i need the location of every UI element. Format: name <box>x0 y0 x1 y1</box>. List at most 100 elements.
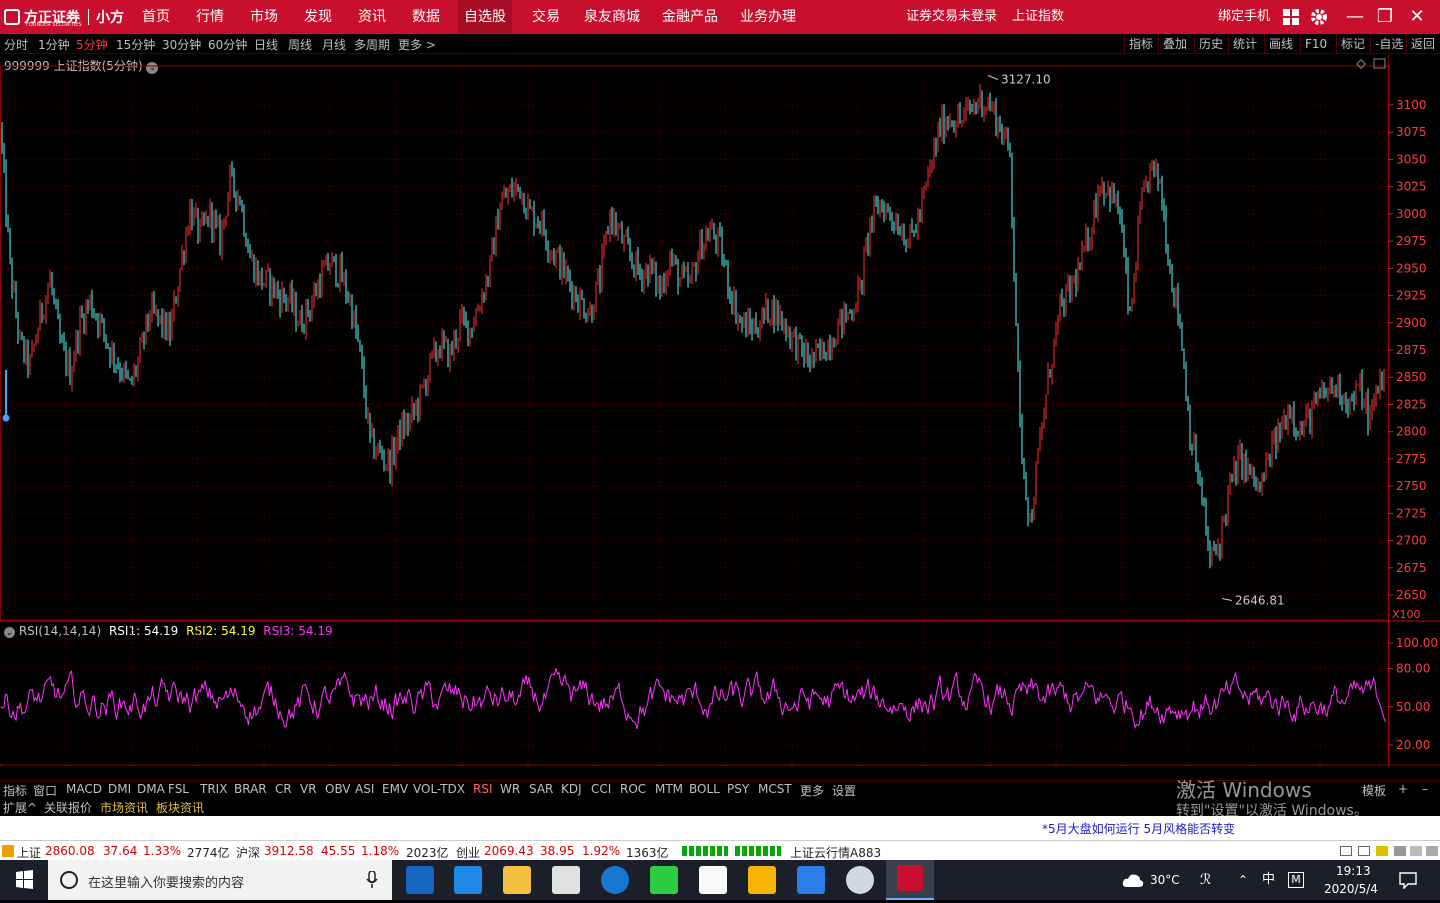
tool-8[interactable]: 返回 <box>1406 34 1439 54</box>
wps-icon[interactable] <box>797 866 825 894</box>
indicator-23[interactable]: MCST <box>758 782 792 796</box>
ie-icon[interactable] <box>601 866 629 894</box>
tool-6[interactable]: 标记 <box>1336 34 1369 54</box>
info-tab-0[interactable]: 扩展^ <box>3 799 37 816</box>
bind-phone-link[interactable]: 绑定手机 <box>1218 0 1270 34</box>
temperature[interactable]: 30°C <box>1150 860 1180 900</box>
indicator-7[interactable]: BRAR <box>234 782 267 796</box>
nav-item-10[interactable]: 业务办理 <box>734 0 802 34</box>
indicator-22[interactable]: PSY <box>727 782 749 796</box>
period-6[interactable]: 日线 <box>254 36 278 53</box>
microphone-icon[interactable] <box>366 871 378 889</box>
nav-item-9[interactable]: 金融产品 <box>656 0 724 34</box>
diamond-icon[interactable] <box>1356 59 1366 69</box>
add-window-icon[interactable]: + <box>1398 782 1408 796</box>
indicator-19[interactable]: ROC <box>620 782 646 796</box>
people-icon[interactable]: ℛ <box>1200 860 1211 900</box>
tool-7[interactable]: -自选 <box>1370 34 1407 54</box>
period-4[interactable]: 30分钟 <box>162 36 201 53</box>
nav-item-4[interactable]: 资讯 <box>352 0 392 34</box>
layout2-icon[interactable] <box>1358 846 1370 856</box>
indicator-8[interactable]: CR <box>275 782 292 796</box>
nav-item-2[interactable]: 市场 <box>244 0 284 34</box>
store-icon[interactable] <box>454 866 482 894</box>
indicator-5[interactable]: FSL <box>168 782 189 796</box>
period-9[interactable]: 多周期 <box>354 36 390 53</box>
panel-toggle-icon[interactable] <box>1373 58 1386 69</box>
info-tab-1[interactable]: 关联报价 <box>44 799 92 816</box>
tool-2[interactable]: 历史 <box>1194 34 1227 54</box>
indicator-16[interactable]: SAR <box>529 782 553 796</box>
clock-date[interactable]: 2020/5/4 <box>1324 880 1378 898</box>
founder-app-taskbar-button[interactable] <box>886 860 934 900</box>
indicator-9[interactable]: VR <box>300 782 317 796</box>
info-tab-3[interactable]: 板块资讯 <box>156 799 204 816</box>
indicator-18[interactable]: CCI <box>591 782 611 796</box>
more-icon[interactable] <box>1426 846 1438 856</box>
close-icon[interactable]: ✕ <box>1404 4 1430 30</box>
period-8[interactable]: 月线 <box>322 36 346 53</box>
windows-start-icon[interactable] <box>0 860 48 900</box>
news-ticker[interactable]: *5月大盘如何运行 5月风格能否转变 <box>1042 820 1235 837</box>
tool-5[interactable]: F10 <box>1300 34 1331 54</box>
indicator-15[interactable]: WR <box>500 782 520 796</box>
cloud-quote[interactable]: 上证云行情A883 <box>790 844 881 861</box>
tools-icon[interactable] <box>1410 846 1422 856</box>
indicator-12[interactable]: EMV <box>382 782 408 796</box>
template-button[interactable]: 模板 <box>1362 782 1386 799</box>
nav-item-5[interactable]: 数据 <box>406 0 446 34</box>
nav-item-3[interactable]: 发现 <box>298 0 338 34</box>
restore-icon[interactable]: ❐ <box>1372 4 1398 30</box>
tool-1[interactable]: 叠加 <box>1158 34 1191 54</box>
pin-icon[interactable] <box>1394 846 1406 856</box>
mail-icon[interactable] <box>552 866 580 894</box>
grid-menu-icon[interactable] <box>1278 4 1304 30</box>
notification-icon[interactable] <box>1398 871 1418 889</box>
period-corner-label[interactable]: 5分钟 <box>1398 765 1430 766</box>
period-2[interactable]: 5分钟 <box>76 36 108 53</box>
nav-item-0[interactable]: 首页 <box>136 0 176 34</box>
tool-0[interactable]: 指标 <box>1124 34 1157 54</box>
indicator-20[interactable]: MTM <box>655 782 683 796</box>
indicator-13[interactable]: VOL-TDX <box>413 782 465 796</box>
info-tab-2[interactable]: 市场资讯 <box>100 799 148 816</box>
minimize-icon[interactable]: — <box>1342 4 1368 30</box>
period-7[interactable]: 周线 <box>288 36 312 53</box>
nav-item-8[interactable]: 泉友商城 <box>578 0 646 34</box>
remove-window-icon[interactable]: – <box>1422 782 1428 796</box>
indicator-11[interactable]: ASI <box>355 782 374 796</box>
period-1[interactable]: 1分钟 <box>38 36 70 53</box>
clock-time[interactable]: 19:13 <box>1336 862 1371 880</box>
indicator-17[interactable]: KDJ <box>561 782 582 796</box>
period-5[interactable]: 60分钟 <box>208 36 247 53</box>
nav-item-6[interactable]: 自选股 <box>458 0 512 34</box>
globe-app-icon[interactable] <box>846 866 874 894</box>
indicator-0[interactable]: 指标 <box>3 782 27 799</box>
zoom-slider-handle[interactable] <box>2 414 10 422</box>
layout-icon[interactable] <box>1340 846 1352 856</box>
nav-item-1[interactable]: 行情 <box>190 0 230 34</box>
gear-icon[interactable] <box>1306 4 1332 30</box>
chat-app-icon[interactable] <box>650 866 678 894</box>
period-3[interactable]: 15分钟 <box>116 36 155 53</box>
ime-indicator[interactable]: 中 <box>1262 860 1275 900</box>
tool-3[interactable]: 统计 <box>1228 34 1261 54</box>
tool-4[interactable]: 画线 <box>1264 34 1297 54</box>
taskbar-search-input[interactable]: 在这里输入你要搜索的内容 <box>48 860 392 900</box>
kline-chart[interactable]: 3100 3075 3050 3025 3000 2975 2950 2925 2900 2875… <box>0 54 1440 766</box>
tasks-app-icon[interactable] <box>699 866 727 894</box>
indicator-4[interactable]: DMA <box>137 782 165 796</box>
indicator-1[interactable]: 窗口 <box>33 782 57 799</box>
edge-icon[interactable] <box>406 866 434 894</box>
indicator-24[interactable]: 更多 <box>800 782 824 799</box>
file-explorer-icon[interactable] <box>503 866 531 894</box>
period-10[interactable]: 更多 > <box>398 36 436 53</box>
alert-icon[interactable] <box>1376 846 1388 856</box>
indicator-21[interactable]: BOLL <box>689 782 720 796</box>
current-index[interactable]: 上证指数 <box>1012 0 1064 34</box>
indicator-25[interactable]: 设置 <box>832 782 856 799</box>
indicator-3[interactable]: DMI <box>108 782 131 796</box>
indicator-6[interactable]: TRIX <box>200 782 227 796</box>
period-0[interactable]: 分时 <box>4 36 28 53</box>
ime-mode[interactable]: M <box>1288 872 1304 888</box>
